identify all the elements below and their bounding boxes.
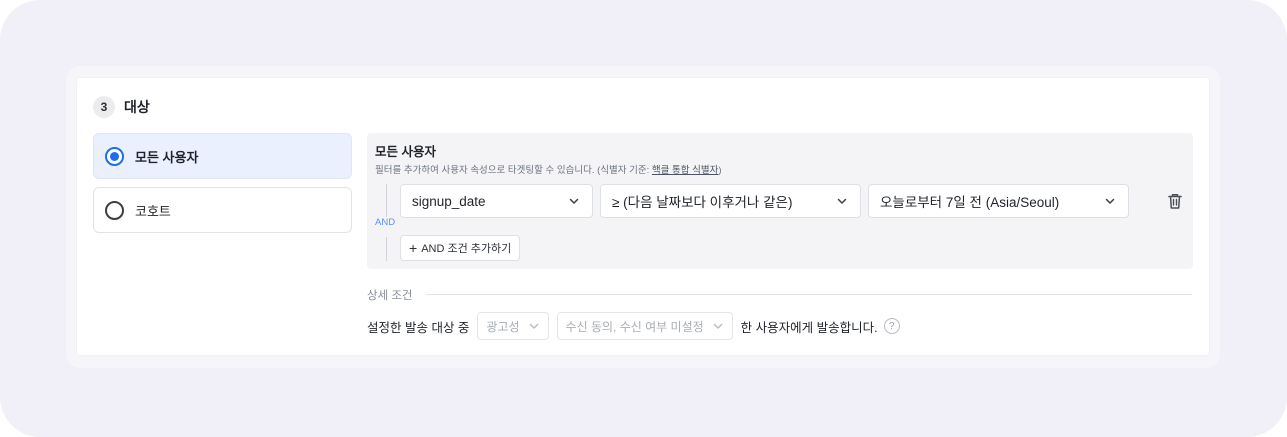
add-and-condition-button[interactable]: + AND 조건 추가하기 xyxy=(400,235,521,261)
trash-icon[interactable] xyxy=(1165,191,1185,211)
add-and-condition-label: AND 조건 추가하기 xyxy=(421,243,512,255)
detail-divider xyxy=(426,294,1192,295)
option-all-users-label: 모든 사용자 xyxy=(135,149,199,165)
help-glyph: ? xyxy=(888,320,895,332)
filter-panel: 모든 사용자 필터를 추가하여 사용자 속성으로 타겟팅할 수 있습니다. (식… xyxy=(367,133,1193,269)
value-select-value: 오늘로부터 7일 전 (Asia/Seoul) xyxy=(880,195,1060,210)
section-header: 3 대상 xyxy=(93,96,150,118)
filter-panel-description: 필터를 추가하여 사용자 속성으로 타겟팅할 수 있습니다. (식별자 기준: … xyxy=(375,162,722,176)
option-cohort[interactable]: 코호트 xyxy=(93,187,352,233)
and-connector-line xyxy=(386,237,387,261)
option-cohort-label: 코호트 xyxy=(135,203,171,219)
step-badge: 3 xyxy=(93,96,115,118)
radio-all-users[interactable] xyxy=(105,146,124,166)
sentence-prefix: 설정한 발송 대상 중 xyxy=(367,320,470,335)
consent-select[interactable]: 수신 동의, 수신 여부 미설정 xyxy=(556,312,733,340)
description-end: ) xyxy=(718,165,722,176)
property-select-value: signup_date xyxy=(412,193,486,209)
chevron-down-icon xyxy=(529,323,538,329)
chevron-down-icon xyxy=(713,323,722,329)
radio-cohort[interactable] xyxy=(105,200,124,220)
ad-type-select[interactable]: 광고성 xyxy=(477,312,549,340)
send-condition-sentence: 설정한 발송 대상 중 광고성 수신 동의, 수신 여부 미설정 한 사용자에게… xyxy=(367,312,900,340)
chevron-down-icon xyxy=(569,198,579,204)
chevron-down-icon xyxy=(1105,198,1115,204)
help-icon[interactable]: ? xyxy=(883,318,900,334)
consent-select-value: 수신 동의, 수신 여부 미설정 xyxy=(565,319,704,334)
sentence-suffix: 한 사용자에게 발송합니다. xyxy=(740,320,878,335)
value-select[interactable]: 오늘로부터 7일 전 (Asia/Seoul) xyxy=(868,184,1129,218)
property-select[interactable]: signup_date xyxy=(400,184,593,218)
plus-icon: + xyxy=(409,240,418,256)
description-text: 필터를 추가하여 사용자 속성으로 타겟팅할 수 있습니다. (식별자 기준: xyxy=(375,165,652,176)
target-section-card: 3 대상 모든 사용자 코호트 모든 사용자 필터를 추가하여 사용자 속성으로… xyxy=(77,78,1209,355)
chevron-down-icon xyxy=(837,198,847,204)
operator-select-value: ≥ (다음 날짜보다 이후거나 같은) xyxy=(612,195,793,210)
detail-conditions-label: 상세 조건 xyxy=(367,290,413,302)
identifier-link[interactable]: 핵클 통합 식별자 xyxy=(652,165,718,176)
operator-select[interactable]: ≥ (다음 날짜보다 이후거나 같은) xyxy=(600,184,861,218)
ad-type-select-value: 광고성 xyxy=(486,319,520,334)
and-label: AND xyxy=(375,217,396,228)
and-connector-line xyxy=(386,184,387,217)
section-title: 대상 xyxy=(124,99,150,115)
filter-panel-title: 모든 사용자 xyxy=(375,145,436,159)
option-all-users[interactable]: 모든 사용자 xyxy=(93,133,352,179)
